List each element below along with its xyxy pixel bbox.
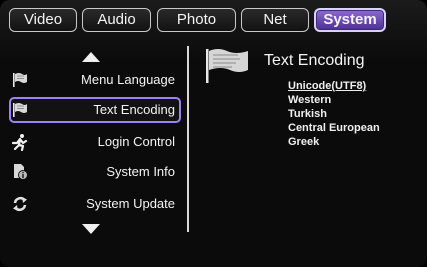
refresh-icon [13,197,27,211]
flag-icon [13,103,27,117]
menu-item-system-update[interactable]: System Update [9,191,181,217]
settings-screen: Video Audio Photo Net System Menu Langua… [0,0,427,267]
flag-icon [206,49,248,83]
option-label: Western [288,94,332,106]
system-menu: Menu Language Text Encoding Login Contro… [0,44,186,244]
runner-icon [11,134,28,151]
divider [187,46,189,232]
tab-bar: Video Audio Photo Net System [9,8,419,34]
menu-item-login-control[interactable]: Login Control [9,129,181,155]
option-unicode-utf8[interactable]: Unicode(UTF8) [288,79,422,93]
tab-net[interactable]: Net [241,8,309,32]
menu-item-system-info[interactable]: System Info [9,159,181,185]
menu-item-text-encoding[interactable]: Text Encoding [9,97,181,123]
option-central-european[interactable]: Central European [288,121,422,135]
option-label: Unicode(UTF8) [288,80,367,92]
tab-photo[interactable]: Photo [157,8,236,32]
menu-item-label: System Update [86,196,175,211]
option-label: Greek [288,136,320,148]
menu-item-menu-language[interactable]: Menu Language [9,67,181,93]
menu-item-label: Login Control [97,134,175,149]
scroll-up-arrow-icon[interactable] [82,52,100,62]
scroll-down-arrow-icon[interactable] [82,224,100,234]
menu-item-label: System Info [106,164,175,179]
tab-system[interactable]: System [314,8,386,32]
option-western[interactable]: Western [288,93,422,107]
tab-audio[interactable]: Audio [82,8,151,32]
option-label: Turkish [288,108,327,120]
menu-item-label: Text Encoding [93,102,175,117]
tab-video[interactable]: Video [9,8,77,32]
option-turkish[interactable]: Turkish [288,107,422,121]
encoding-options: Unicode(UTF8) Western Turkish Central Eu… [288,79,422,149]
menu-item-label: Menu Language [81,72,175,87]
option-greek[interactable]: Greek [288,135,422,149]
option-label: Central European [288,122,380,134]
flag-icon [13,73,27,87]
info-icon [14,164,28,180]
panel-title: Text Encoding [264,52,365,69]
